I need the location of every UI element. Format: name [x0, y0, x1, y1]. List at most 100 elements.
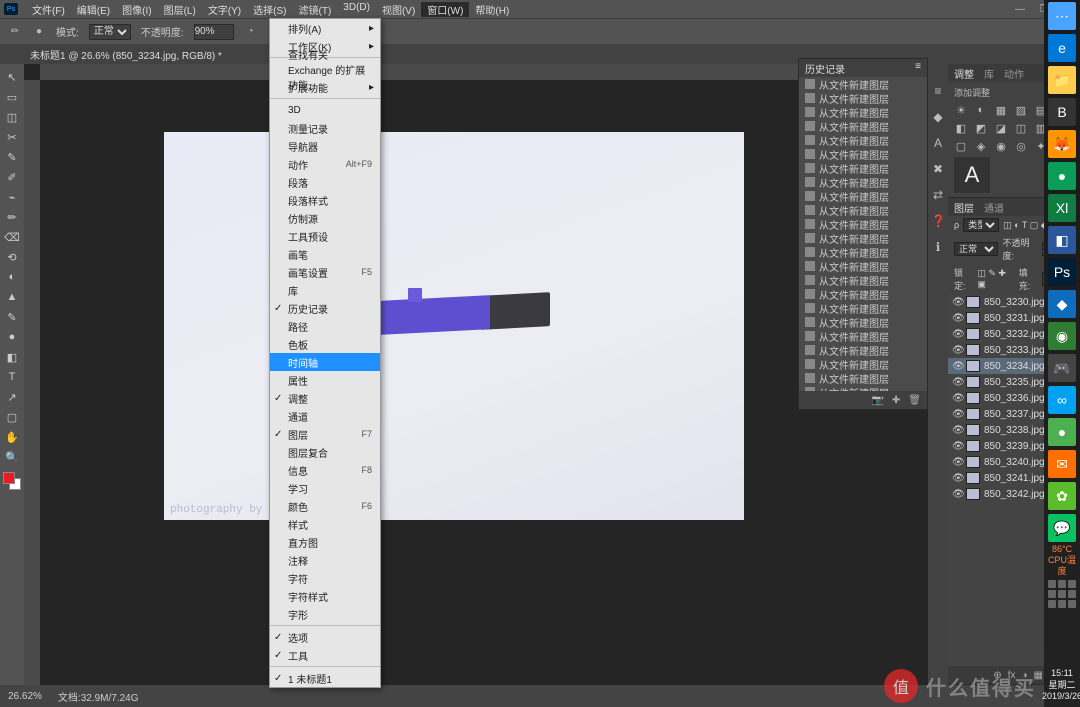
menu-item[interactable]: 属性 — [270, 371, 380, 389]
menu-item[interactable]: 字形 — [270, 605, 380, 623]
tool-button[interactable]: ⟲ — [2, 248, 22, 266]
tool-button[interactable]: T — [2, 368, 22, 386]
zoom-level[interactable]: 26.62% — [8, 691, 42, 702]
visibility-icon[interactable]: 👁 — [952, 329, 962, 340]
taskbar-app-icon[interactable]: ∞ — [1048, 386, 1076, 414]
taskbar-app-icon[interactable]: ● — [1048, 162, 1076, 190]
menu-item[interactable]: 字符样式 — [270, 587, 380, 605]
taskbar-app-icon[interactable]: 🎮 — [1048, 354, 1076, 382]
adjustment-icon[interactable]: ◩ — [974, 121, 988, 135]
menu-item[interactable]: 颜色F6 — [270, 497, 380, 515]
taskbar-app-icon[interactable]: ✉ — [1048, 450, 1076, 478]
taskbar-app-icon[interactable]: B — [1048, 98, 1076, 126]
layer-filter-select[interactable]: 类型 — [963, 218, 999, 232]
menu-窗口[interactable]: 窗口(W) — [421, 2, 469, 17]
visibility-icon[interactable]: 👁 — [952, 377, 962, 388]
menu-编辑[interactable]: 编辑(E) — [71, 2, 116, 17]
visibility-icon[interactable]: 👁 — [952, 393, 962, 404]
history-item[interactable]: 从文件新建图层 — [799, 105, 927, 119]
dock-panel-icon[interactable]: ❓ — [931, 214, 945, 228]
menu-item[interactable]: 字符 — [270, 569, 380, 587]
visibility-icon[interactable]: 👁 — [952, 297, 962, 308]
taskbar-app-icon[interactable]: ✿ — [1048, 482, 1076, 510]
history-item[interactable]: 从文件新建图层 — [799, 147, 927, 161]
history-item[interactable]: 从文件新建图层 — [799, 119, 927, 133]
history-item[interactable]: 从文件新建图层 — [799, 259, 927, 273]
document-info[interactable]: 文档:32.9M/7.24G — [58, 689, 139, 704]
tool-button[interactable]: ◐ — [2, 268, 22, 286]
dock-panel-icon[interactable]: A — [931, 136, 945, 150]
menu-item[interactable]: 注释 — [270, 551, 380, 569]
menu-item[interactable]: 动作Alt+F9 — [270, 155, 380, 173]
tab-layers[interactable]: 图层 — [954, 200, 974, 215]
adjustment-icon[interactable]: ▦ — [994, 103, 1008, 117]
menu-文字[interactable]: 文字(Y) — [202, 2, 247, 17]
blend-mode-select[interactable]: 正常 — [89, 24, 131, 40]
taskbar-app-icon[interactable]: Xl — [1048, 194, 1076, 222]
adjustment-icon[interactable]: ◐ — [974, 103, 988, 117]
menu-item[interactable]: 画笔 — [270, 245, 380, 263]
menu-item[interactable]: 段落样式 — [270, 191, 380, 209]
history-item[interactable]: 从文件新建图层 — [799, 315, 927, 329]
layer-blend-select[interactable]: 正常 — [954, 242, 998, 256]
menu-图像[interactable]: 图像(I) — [116, 2, 157, 17]
tab-actions[interactable]: 动作 — [1004, 66, 1024, 81]
tab-adjustments[interactable]: 调整 — [954, 66, 974, 81]
pressure-opacity-icon[interactable]: ◔ — [244, 25, 258, 39]
visibility-icon[interactable]: 👁 — [952, 441, 962, 452]
canvas-area[interactable]: photography by zouzou — [24, 64, 928, 685]
adjustment-icon[interactable]: ◉ — [994, 139, 1008, 153]
brush-preset-icon[interactable]: ● — [32, 25, 46, 39]
adjustment-icon[interactable]: ◧ — [954, 121, 968, 135]
history-item[interactable]: 从文件新建图层 — [799, 245, 927, 259]
adjustment-icon[interactable]: ☀ — [954, 103, 968, 117]
history-item[interactable]: 从文件新建图层 — [799, 189, 927, 203]
menu-item[interactable]: 仿制源 — [270, 209, 380, 227]
visibility-icon[interactable]: 👁 — [952, 425, 962, 436]
taskbar-app-icon[interactable]: ◆ — [1048, 290, 1076, 318]
adjustment-icon[interactable]: ▢ — [954, 139, 968, 153]
menu-item[interactable]: 3D — [270, 101, 380, 119]
menu-文件[interactable]: 文件(F) — [26, 2, 71, 17]
history-item[interactable]: 从文件新建图层 — [799, 371, 927, 385]
tool-button[interactable]: ✎ — [2, 148, 22, 166]
taskbar-app-icon[interactable]: e — [1048, 34, 1076, 62]
tool-button[interactable]: ◫ — [2, 108, 22, 126]
visibility-icon[interactable]: 👁 — [952, 489, 962, 500]
menu-item[interactable]: 直方图 — [270, 533, 380, 551]
history-item[interactable]: 从文件新建图层 — [799, 301, 927, 315]
adjustment-icon[interactable]: ◈ — [974, 139, 988, 153]
menu-item[interactable]: 样式 — [270, 515, 380, 533]
color-swatch[interactable] — [3, 472, 21, 490]
menu-3D[interactable]: 3D(D) — [337, 2, 376, 17]
menu-图层[interactable]: 图层(L) — [158, 2, 202, 17]
tool-button[interactable]: ✂ — [2, 128, 22, 146]
tool-button[interactable]: ▢ — [2, 408, 22, 426]
taskbar-app-icon[interactable]: 💬 — [1048, 514, 1076, 542]
tool-button[interactable]: ✐ — [2, 168, 22, 186]
tool-button[interactable]: ↗ — [2, 388, 22, 406]
menu-视图[interactable]: 视图(V) — [376, 2, 421, 17]
tool-button[interactable]: ⌁ — [2, 188, 22, 206]
history-footer-icon[interactable]: 📷 — [871, 395, 883, 406]
menu-item[interactable]: 段落 — [270, 173, 380, 191]
menu-item[interactable]: 库 — [270, 281, 380, 299]
menu-item[interactable]: 画笔设置F5 — [270, 263, 380, 281]
history-item[interactable]: 从文件新建图层 — [799, 77, 927, 91]
taskbar-app-icon[interactable]: ◉ — [1048, 322, 1076, 350]
taskbar-app-icon[interactable]: 🦊 — [1048, 130, 1076, 158]
system-tray[interactable] — [1047, 580, 1077, 640]
taskbar-clock[interactable]: 15:11星期二2019/3/26 — [1042, 664, 1080, 707]
menu-item[interactable]: 色板 — [270, 335, 380, 353]
menu-item[interactable]: ✓选项 — [270, 628, 380, 646]
history-item[interactable]: 从文件新建图层 — [799, 203, 927, 217]
menu-滤镜[interactable]: 滤镜(T) — [293, 2, 338, 17]
tool-button[interactable]: ✎ — [2, 308, 22, 326]
tool-button[interactable]: ▭ — [2, 88, 22, 106]
taskbar-app-icon[interactable]: ⋯ — [1048, 2, 1076, 30]
opacity-input[interactable] — [194, 24, 234, 40]
history-item[interactable]: 从文件新建图层 — [799, 175, 927, 189]
adjustment-icon[interactable]: ▨ — [1014, 103, 1028, 117]
adjustment-icon[interactable]: ◎ — [1014, 139, 1028, 153]
taskbar-app-icon[interactable]: ◧ — [1048, 226, 1076, 254]
